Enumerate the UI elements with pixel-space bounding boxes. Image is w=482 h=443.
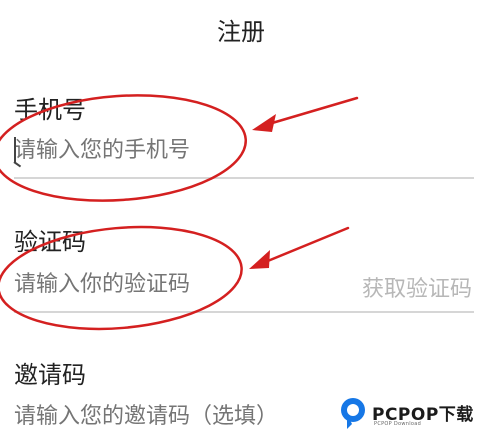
- annotation-arrow-code: [256, 226, 350, 267]
- annotation-ellipse-phone: [0, 94, 247, 202]
- arrowhead-code: [249, 250, 270, 269]
- annotation-overlay: [0, 94, 359, 331]
- annotation-ellipse-code: [0, 225, 243, 331]
- arrowhead-phone: [252, 114, 276, 132]
- watermark-tagline: PCPOP Download: [374, 421, 422, 427]
- annotation-arrow-phone: [260, 96, 359, 128]
- pcpop-watermark: PCPOP下载 PCPOP Download: [338, 396, 478, 436]
- pcpop-logo-icon: [341, 398, 365, 429]
